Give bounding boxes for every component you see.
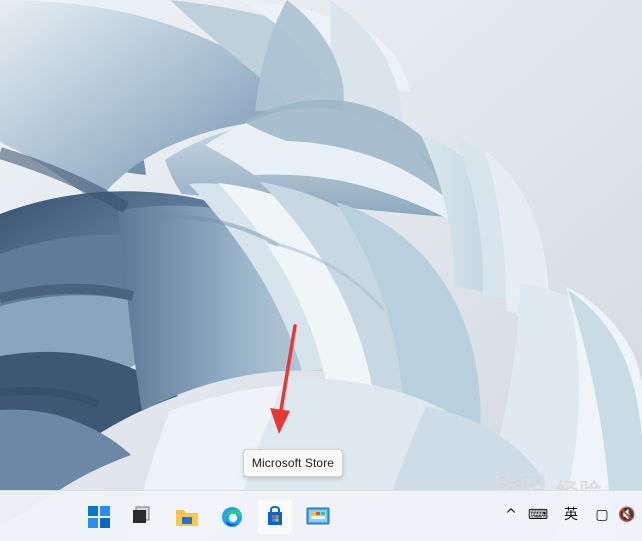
start-button[interactable] <box>81 499 117 535</box>
edge-button[interactable] <box>214 499 250 535</box>
tooltip-label: Microsoft Store <box>251 456 335 470</box>
task-view-icon <box>133 506 150 523</box>
keyboard-icon: ⌨ <box>527 507 549 523</box>
chevron-up-icon: ^ <box>505 507 517 523</box>
store-icon <box>268 505 282 525</box>
tray-expand-button[interactable]: ^ <box>504 505 518 525</box>
control-panel-button[interactable] <box>300 499 336 535</box>
control-panel-icon <box>306 507 330 525</box>
file-explorer-button[interactable] <box>169 499 205 535</box>
taskbar: ^ ⌨ 英 ▢ 🔇 <box>0 490 642 541</box>
volume-tray-button[interactable]: 🔇 <box>618 505 636 525</box>
volume-muted-icon: 🔇 <box>618 507 636 523</box>
windows-logo-icon <box>88 506 110 528</box>
edge-icon <box>222 507 242 527</box>
folder-icon <box>176 510 198 526</box>
input-mode-label: 英 <box>564 507 578 523</box>
desktop-screen: Microsoft Store Baid 经验 jingyan.baidu.co… <box>0 0 642 541</box>
task-view-button[interactable] <box>122 499 158 535</box>
notification-tray-button[interactable]: ▢ <box>594 505 610 525</box>
microsoft-store-tooltip: Microsoft Store <box>243 449 343 477</box>
input-mode-button[interactable]: 英 <box>562 505 580 525</box>
notification-icon: ▢ <box>595 507 609 523</box>
microsoft-store-button[interactable] <box>257 499 293 535</box>
keyboard-tray-button[interactable]: ⌨ <box>527 505 549 525</box>
